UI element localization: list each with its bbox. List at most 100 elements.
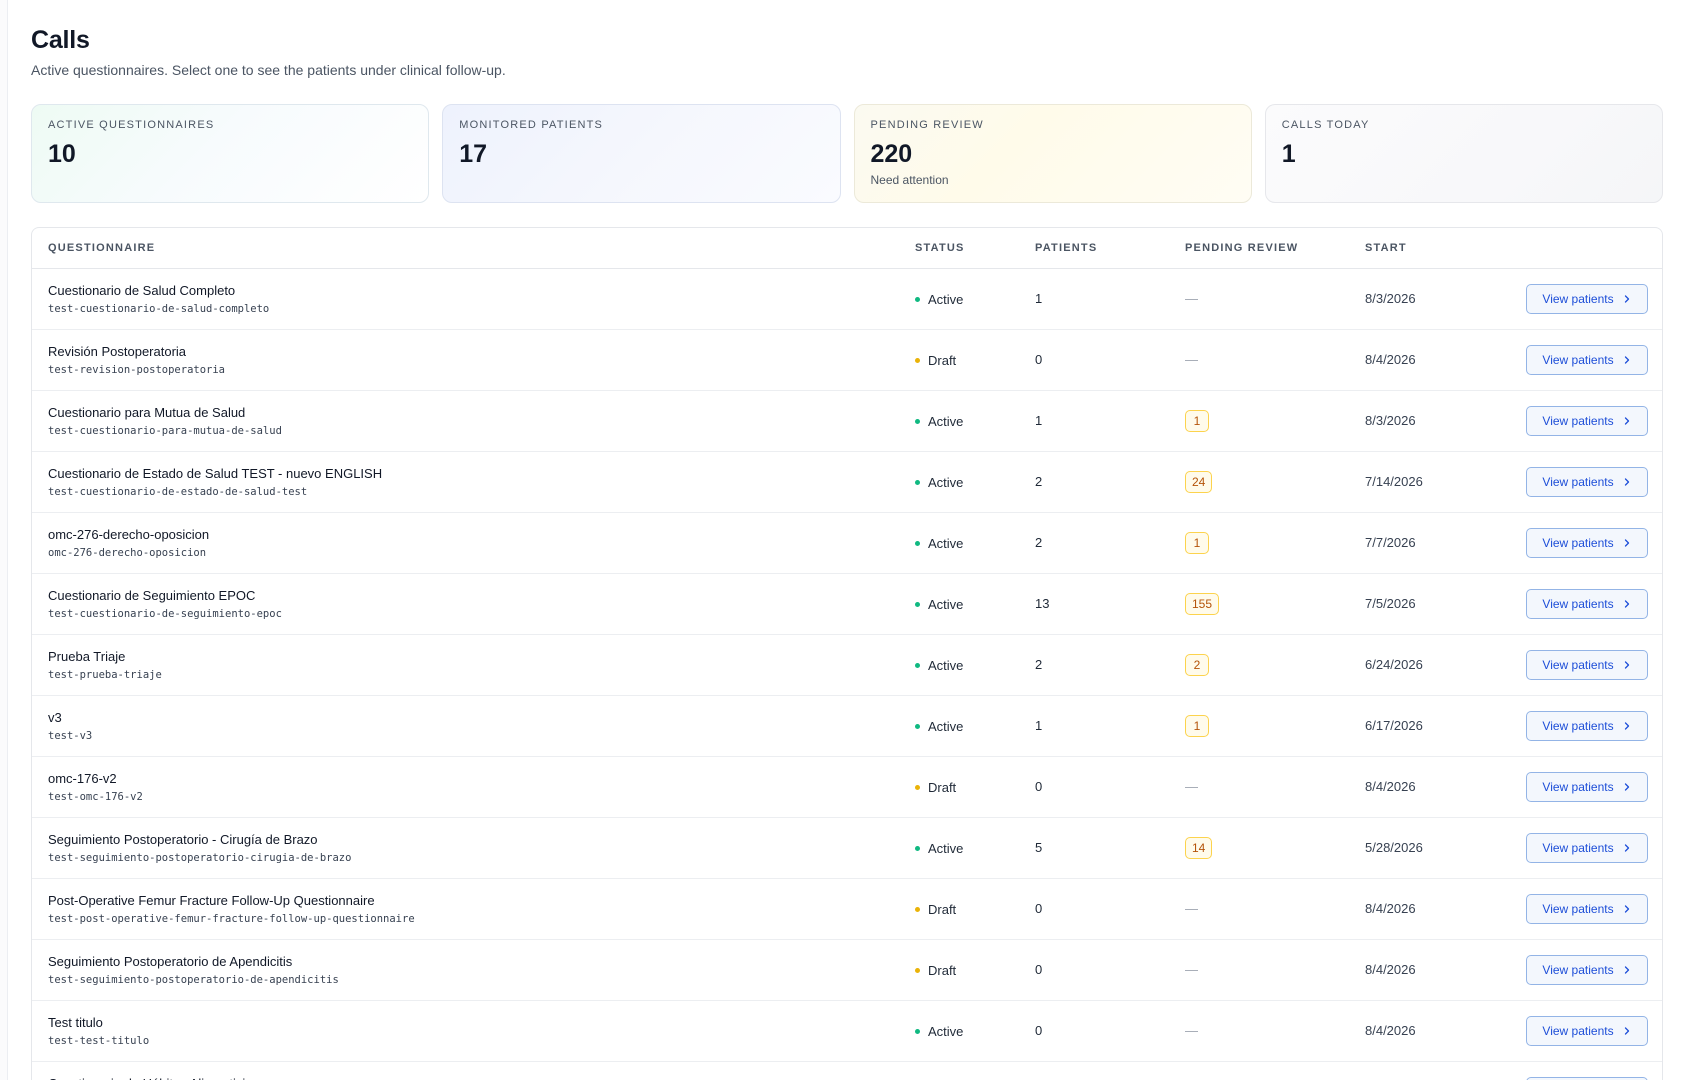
view-patients-button[interactable]: View patients [1526, 894, 1648, 924]
table-row[interactable]: omc-176-v2 test-omc-176-v2 Draft 0 — 8/4… [32, 757, 1662, 818]
view-patients-label: View patients [1542, 292, 1614, 306]
status-cell: Active [915, 1024, 963, 1039]
status-cell: Draft [915, 780, 956, 795]
questionnaire-title: Post-Operative Femur Fracture Follow-Up … [48, 893, 375, 908]
stat-card-active-questionnaires: ACTIVE QUESTIONNAIRES 10 [31, 104, 430, 203]
questionnaire-cell: Post-Operative Femur Fracture Follow-Up … [48, 893, 415, 926]
status-dot-icon [915, 663, 920, 668]
status-dot-icon [915, 541, 920, 546]
status-dot-icon [915, 907, 920, 912]
table-row[interactable]: Prueba Triaje test-prueba-triaje Active … [32, 635, 1662, 696]
table-row[interactable]: omc-276-derecho-oposicion omc-276-derech… [32, 513, 1662, 574]
view-patients-label: View patients [1542, 963, 1614, 977]
stat-card-monitored-patients: MONITORED PATIENTS 17 [442, 104, 841, 203]
start-date: 7/5/2026 [1365, 596, 1416, 611]
table-row[interactable]: Cuestionario de Estado de Salud TEST - n… [32, 452, 1662, 513]
status-dot-icon [915, 1029, 920, 1034]
start-date: 8/4/2026 [1365, 352, 1416, 367]
view-patients-label: View patients [1542, 658, 1614, 672]
chevron-right-icon [1624, 417, 1629, 425]
table-row[interactable]: Cuestionario de Seguimiento EPOC test-cu… [32, 574, 1662, 635]
chevron-right-icon [1624, 722, 1629, 730]
pending-review-cell: 1 [1185, 532, 1209, 554]
questionnaire-title: omc-276-derecho-oposicion [48, 527, 210, 542]
view-patients-button[interactable]: View patients [1526, 650, 1648, 680]
questionnaire-cell: v3 test-v3 [48, 710, 92, 743]
chevron-right-icon [1624, 295, 1629, 303]
view-patients-label: View patients [1542, 353, 1614, 367]
chevron-right-icon [1624, 600, 1629, 608]
status-dot-icon [915, 968, 920, 973]
stat-label: PENDING REVIEW [870, 119, 984, 131]
table-row[interactable]: Revisión Postoperatoria test-revision-po… [32, 330, 1662, 391]
questionnaire-cell: Test titulo test-test-titulo [48, 1015, 149, 1048]
stat-value: 220 [870, 140, 913, 168]
view-patients-button[interactable]: View patients [1526, 406, 1648, 436]
view-patients-label: View patients [1542, 902, 1614, 916]
view-patients-label: View patients [1542, 414, 1614, 428]
chevron-right-icon [1624, 478, 1629, 486]
pending-review-cell: — [1185, 1020, 1198, 1040]
pending-review-cell: 1 [1185, 410, 1209, 432]
questionnaire-title: Cuestionario de Seguimiento EPOC [48, 588, 256, 603]
questionnaire-slug: test-cuestionario-para-mutua-de-salud [48, 425, 282, 437]
chevron-right-icon [1624, 905, 1629, 913]
status-label: Active [928, 841, 964, 856]
column-header-status[interactable]: STATUS [915, 242, 965, 254]
view-patients-button[interactable]: View patients [1526, 711, 1648, 741]
questionnaire-title: Seguimiento Postoperatorio de Apendiciti… [48, 954, 293, 969]
view-patients-label: View patients [1542, 719, 1614, 733]
view-patients-button[interactable]: View patients [1526, 772, 1648, 802]
view-patients-button[interactable]: View patients [1526, 955, 1648, 985]
stat-hint: Need attention [870, 173, 949, 187]
patients-count: 0 [1035, 779, 1043, 794]
questionnaire-title: Revisión Postoperatoria [48, 344, 187, 359]
table-row[interactable]: Seguimiento Postoperatorio - Cirugía de … [32, 818, 1662, 879]
view-patients-button[interactable]: View patients [1526, 528, 1648, 558]
questionnaire-slug: test-v3 [48, 730, 93, 742]
view-patients-button[interactable]: View patients [1526, 345, 1648, 375]
patients-count: 0 [1035, 901, 1043, 916]
table-row[interactable]: Seguimiento Postoperatorio de Apendiciti… [32, 940, 1662, 1001]
questionnaire-slug: test-seguimiento-postoperatorio-de-apend… [48, 974, 339, 986]
stat-card-calls-today: CALLS TODAY 1 [1264, 104, 1663, 203]
table-row[interactable]: Cuestionario de Salud Completo test-cues… [32, 269, 1662, 330]
questionnaire-title: Seguimiento Postoperatorio - Cirugía de … [48, 832, 318, 847]
questionnaire-cell: Cuestionario para Mutua de Salud test-cu… [48, 405, 282, 438]
view-patients-button[interactable]: View patients [1526, 833, 1648, 863]
pending-review-cell: — [1185, 959, 1198, 979]
status-cell: Active [915, 597, 963, 612]
start-date: 8/3/2026 [1365, 413, 1416, 428]
pending-review-cell: — [1185, 349, 1198, 369]
view-patients-button[interactable]: View patients [1526, 1016, 1648, 1046]
table-row[interactable]: Post-Operative Femur Fracture Follow-Up … [32, 879, 1662, 940]
status-label: Draft [928, 780, 957, 795]
column-header-pending-review[interactable]: PENDING REVIEW [1185, 242, 1298, 254]
page-subtitle: Active questionnaires. Select one to see… [31, 62, 506, 78]
column-header-questionnaire[interactable]: QUESTIONNAIRE [48, 242, 155, 254]
view-patients-button[interactable]: View patients [1526, 589, 1648, 619]
pending-review-empty: — [1185, 291, 1198, 306]
view-patients-button[interactable]: View patients [1526, 284, 1648, 314]
pending-review-badge: 1 [1185, 532, 1209, 554]
table-row[interactable]: Cuestionario para Mutua de Salud test-cu… [32, 391, 1662, 452]
patients-count: 13 [1035, 596, 1050, 611]
table-row[interactable]: Test titulo test-test-titulo Active 0 — … [32, 1001, 1662, 1062]
table-row[interactable]: v3 test-v3 Active 1 1 6/17/2026 View pat… [32, 696, 1662, 757]
patients-count: 0 [1035, 962, 1043, 977]
column-header-patients[interactable]: PATIENTS [1035, 242, 1097, 254]
patients-count: 2 [1035, 657, 1043, 672]
status-dot-icon [915, 785, 920, 790]
status-cell: Active [915, 414, 963, 429]
pending-review-empty: — [1185, 352, 1198, 367]
questionnaire-slug: test-cuestionario-de-estado-de-salud-tes… [48, 486, 308, 498]
questionnaire-slug: test-post-operative-femur-fracture-follo… [48, 913, 415, 925]
questionnaire-title: Cuestionario de Hábitos Alimenticios [48, 1076, 259, 1080]
table-row[interactable]: Cuestionario de Hábitos Alimenticios Vie… [32, 1062, 1662, 1080]
status-label: Active [928, 475, 964, 490]
questionnaire-slug: test-cuestionario-de-salud-completo [48, 303, 270, 315]
column-header-start[interactable]: START [1365, 242, 1407, 254]
status-label: Active [928, 719, 964, 734]
view-patients-button[interactable]: View patients [1526, 467, 1648, 497]
stat-label: CALLS TODAY [1281, 119, 1370, 131]
